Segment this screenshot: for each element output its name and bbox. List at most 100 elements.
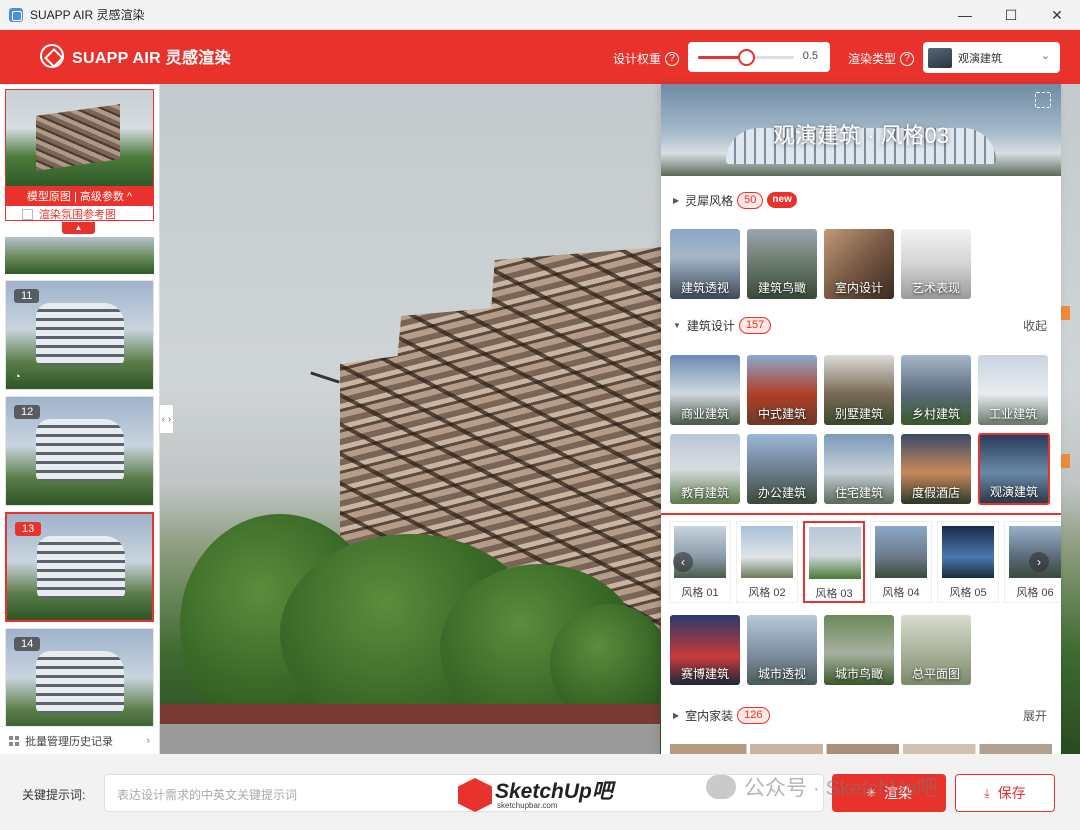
style-tile[interactable]: 工业建筑 xyxy=(978,355,1048,425)
type-selected: 观演建筑 xyxy=(958,52,1002,65)
close-button[interactable]: ✕ xyxy=(1034,0,1080,30)
weight-label-group: 设计权重 ? xyxy=(613,50,680,67)
style-tile-label: 建筑透视 xyxy=(680,281,729,295)
style-tile-label: 赛博建筑 xyxy=(680,667,729,681)
collapse-arrow-button[interactable]: ▲ xyxy=(62,222,95,234)
batch-history-button[interactable]: 批量管理历史记录 › xyxy=(0,726,159,754)
section-label: 建筑设计 xyxy=(686,318,735,333)
save-button[interactable]: ⤓ 保存 xyxy=(955,774,1055,812)
side-notch[interactable] xyxy=(1060,306,1070,320)
render-type-select[interactable]: 观演建筑 ⌄ xyxy=(923,42,1060,73)
original-model-image xyxy=(6,90,153,186)
section-lingxi[interactable]: ▶ 灵犀风格 50 new xyxy=(661,190,1061,210)
batch-label: 批量管理历史记录 xyxy=(25,735,113,748)
reference-checkbox[interactable] xyxy=(22,208,33,220)
sidebar-toggle-handle[interactable]: ‹ › xyxy=(160,404,174,434)
wechat-watermark: 公众号 · SketchUp吧 xyxy=(706,772,938,802)
weight-slider[interactable]: 0.5 xyxy=(688,42,830,72)
brand: SUAPP AIR 灵感渲染 xyxy=(40,44,231,68)
style-tile[interactable]: 住宅建筑 xyxy=(824,434,894,504)
style-tile[interactable]: 建筑鸟瞰 xyxy=(747,229,817,299)
expand-icon[interactable] xyxy=(1035,92,1051,108)
style-tile-label: 总平面图 xyxy=(911,667,960,681)
carousel-prev-button[interactable]: ‹ xyxy=(673,552,693,572)
style-tile-label: 教育建筑 xyxy=(680,486,729,500)
caret-right-icon: ▶ xyxy=(673,195,680,205)
section-interior[interactable]: ▶ 室内家装 126 展开 xyxy=(661,705,1061,725)
window-titlebar: SUAPP AIR 灵感渲染 — ☐ ✕ xyxy=(0,0,1080,30)
window-controls: — ☐ ✕ xyxy=(942,0,1080,30)
history-item-11[interactable]: 11 ◔ xyxy=(5,280,154,390)
style-tile[interactable]: 商业建筑 xyxy=(670,355,740,425)
section-architecture[interactable]: ▼ 建筑设计 157 收起 xyxy=(661,315,1061,335)
style-tile[interactable]: 办公建筑 xyxy=(747,434,817,504)
slider-thumb[interactable] xyxy=(738,49,755,66)
history-item-13[interactable]: 13 xyxy=(5,512,154,622)
maximize-button[interactable]: ☐ xyxy=(988,0,1034,30)
history-number: 13 xyxy=(15,522,42,536)
style-tile[interactable]: 赛博建筑 xyxy=(670,615,740,685)
style-tile[interactable]: 教育建筑 xyxy=(670,434,740,504)
style-tile-label: 办公建筑 xyxy=(757,486,806,500)
style-option-label: 风格 02 xyxy=(748,587,786,599)
style-tile[interactable]: 建筑透视 xyxy=(670,229,740,299)
caret-right-icon: ▶ xyxy=(673,710,680,720)
style-tile-selected[interactable]: 观演建筑 xyxy=(978,433,1050,505)
road xyxy=(160,724,660,754)
style-tile[interactable]: 室内设计 xyxy=(824,229,894,299)
history-number: 12 xyxy=(14,405,41,419)
style-tile[interactable]: 城市鸟瞰 xyxy=(824,615,894,685)
help-icon[interactable]: ? xyxy=(665,51,680,66)
style-panel: 观演建筑 · 风格03 ▶ 灵犀风格 50 new 建筑透视 建筑鸟瞰 室内设计… xyxy=(661,84,1061,754)
help-icon[interactable]: ? xyxy=(900,51,915,66)
reference-checkbox-label: 渲染氛围参考图 xyxy=(39,209,116,221)
reference-checkbox-row[interactable]: 渲染氛围参考图 xyxy=(6,206,153,221)
app-header: SUAPP AIR 灵感渲染 设计权重 ? 0.5 渲染类型 ? 观演建筑 ⌄ xyxy=(0,30,1080,84)
style-tile-label: 观演建筑 xyxy=(989,485,1038,499)
style-option[interactable]: 风格 04 xyxy=(870,521,932,603)
history-item-12[interactable]: 12 xyxy=(5,396,154,506)
style-tile[interactable]: 乡村建筑 xyxy=(901,355,971,425)
history-item-14[interactable]: 14 xyxy=(5,628,154,738)
style-option[interactable]: 风格 05 xyxy=(937,521,999,603)
minimize-button[interactable]: — xyxy=(942,0,988,30)
interior-tiles-peek xyxy=(670,744,1052,754)
side-notch[interactable] xyxy=(1060,454,1070,468)
slider-track[interactable] xyxy=(698,49,794,66)
carousel-next-button[interactable]: › xyxy=(1029,552,1049,572)
chevron-right-icon: › xyxy=(146,734,150,747)
style-option[interactable]: 风格 02 xyxy=(736,521,798,603)
app-icon xyxy=(9,7,23,22)
style-tile[interactable]: 总平面图 xyxy=(901,615,971,685)
style-option-label: 风格 04 xyxy=(882,587,920,599)
style-tile-label: 别墅建筑 xyxy=(834,407,883,421)
original-model-card[interactable]: 模型原图 | 高级参数 ^ 渲染氛围参考图 xyxy=(5,89,154,221)
expand-link[interactable]: 展开 xyxy=(1023,707,1047,724)
style-tile[interactable]: 别墅建筑 xyxy=(824,355,894,425)
original-model-bar[interactable]: 模型原图 | 高级参数 ^ xyxy=(6,186,153,206)
brand-logo-icon xyxy=(40,44,64,68)
download-icon: ⤓ xyxy=(984,785,990,800)
section-count: 50 xyxy=(737,191,764,209)
style-tile-label: 建筑鸟瞰 xyxy=(757,281,806,295)
window-title: SUAPP AIR 灵感渲染 xyxy=(30,8,145,22)
style-tile-label: 乡村建筑 xyxy=(911,407,960,421)
history-item-partial[interactable] xyxy=(5,237,154,274)
style-tile[interactable]: 度假酒店 xyxy=(901,434,971,504)
weight-label: 设计权重 xyxy=(613,52,662,66)
style-tile[interactable]: 艺术表现 xyxy=(901,229,971,299)
history-number: 14 xyxy=(14,637,41,651)
style-tile-label: 城市鸟瞰 xyxy=(834,667,883,681)
style-tile[interactable]: 城市透视 xyxy=(747,615,817,685)
type-label-group: 渲染类型 ? xyxy=(848,50,915,67)
style-preview-title: 观演建筑 · 风格03 xyxy=(772,123,950,148)
type-label: 渲染类型 xyxy=(848,52,897,66)
chevron-down-icon: ⌄ xyxy=(1040,50,1050,62)
style-tile[interactable]: 中式建筑 xyxy=(747,355,817,425)
keyword-label: 关键提示词: xyxy=(22,788,86,802)
style-option-selected[interactable]: 风格 03 xyxy=(803,521,865,603)
collapse-link[interactable]: 收起 xyxy=(1023,317,1047,334)
section-count: 157 xyxy=(738,316,772,334)
section-label: 灵犀风格 xyxy=(685,193,734,208)
new-badge: new xyxy=(767,192,797,208)
